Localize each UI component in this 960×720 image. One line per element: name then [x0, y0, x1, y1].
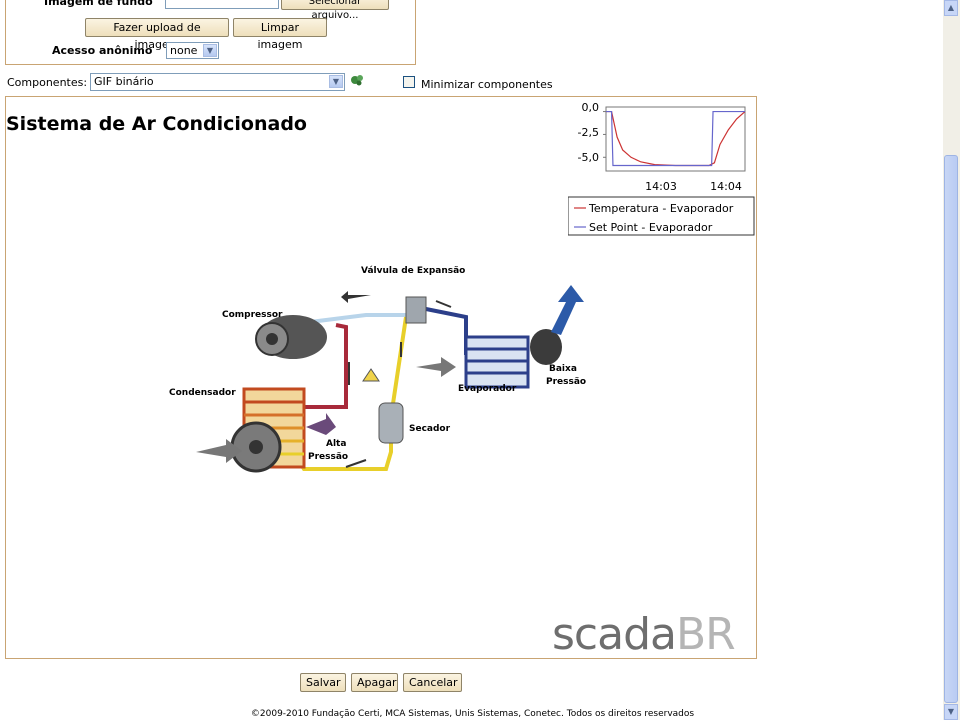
evaporator-inlet-pipe: [425, 307, 468, 355]
components-selected-value: GIF binário: [94, 75, 154, 88]
save-button[interactable]: Salvar: [300, 673, 346, 692]
anonymous-access-value: none: [170, 44, 198, 57]
view-title[interactable]: Sistema de Ar Condicionado: [6, 113, 307, 135]
anonymous-access-label: Acesso anônimo: [52, 44, 153, 57]
y-tick-label: -5,0: [578, 151, 599, 164]
chevron-down-icon: ▼: [329, 75, 343, 88]
background-image-label: Imagem de fundo: [44, 0, 153, 8]
page-scrollbar[interactable]: ▲ ▼: [943, 0, 960, 720]
upload-image-button[interactable]: Fazer upload de imagem: [85, 18, 229, 51]
y-tick-label: -2,5: [578, 126, 599, 139]
chart-plot: 0,0 -2,5 -5,0 14:03 14:04 Temperatura - …: [567, 101, 755, 236]
expansion-valve-unit: [405, 296, 427, 324]
plot-area: [605, 106, 746, 172]
label-compressor: Compressor: [222, 310, 283, 320]
logo-text-scada: scada: [552, 609, 677, 659]
components-select[interactable]: GIF binário ▼: [90, 73, 345, 91]
delete-button[interactable]: Apagar: [351, 673, 398, 692]
flow-arrow-icon: [345, 459, 367, 468]
logo-text-br: BR: [675, 609, 736, 659]
background-image-path-input[interactable]: [165, 0, 279, 9]
warning-icon: [362, 368, 380, 382]
x-tick-label: 14:04: [710, 180, 742, 193]
dryer-unit: [378, 402, 404, 444]
clear-image-button[interactable]: Limpar imagem: [233, 18, 327, 51]
legend-label-setpoint: Set Point - Evaporador: [589, 221, 713, 234]
scroll-up-icon[interactable]: ▲: [944, 0, 958, 16]
add-component-icon[interactable]: [349, 73, 365, 87]
minimize-components-label: Minimizar componentes: [421, 78, 553, 91]
x-tick-label: 14:03: [645, 180, 677, 193]
copyright-footer: ©2009-2010 Fundação Certi, MCA Sistemas,…: [250, 709, 695, 719]
label-evaporator: Evaporador: [458, 384, 517, 394]
airflow-arrow-high: [306, 413, 336, 435]
airflow-arrow-out: [551, 285, 584, 335]
minimize-components-checkbox[interactable]: [403, 76, 415, 88]
view-canvas[interactable]: Sistema de Ar Condicionado 0,0 -2,5 -5,0…: [5, 96, 757, 659]
evaporator-temperature-chart[interactable]: 0,0 -2,5 -5,0 14:03 14:04 Temperatura - …: [567, 99, 756, 237]
air-conditioning-diagram[interactable]: [166, 257, 606, 487]
anonymous-access-select[interactable]: none ▼: [166, 42, 219, 59]
scadabr-logo: scadaBR: [552, 609, 736, 659]
components-label: Componentes:: [7, 76, 88, 89]
label-low-pressure-2: Pressão: [546, 377, 587, 387]
chevron-down-icon: ▼: [203, 44, 217, 57]
flow-arrow-icon: [341, 291, 371, 303]
select-file-button[interactable]: Selecionar arquivo...: [281, 0, 389, 21]
compressor-unit: [255, 315, 327, 359]
y-tick-label: 0,0: [582, 101, 600, 114]
cancel-button[interactable]: Cancelar: [403, 673, 462, 692]
legend-label-temperature: Temperatura - Evaporador: [588, 202, 734, 215]
airflow-arrow-mid: [416, 357, 456, 377]
label-high-pressure-2: Pressão: [308, 452, 349, 462]
scroll-down-icon[interactable]: ▼: [944, 704, 958, 720]
scrollbar-thumb[interactable]: [944, 155, 958, 703]
label-high-pressure-1: Alta: [326, 439, 347, 449]
label-expansion-valve: Válvula de Expansão: [361, 266, 466, 276]
flow-arrow-icon: [435, 300, 452, 308]
label-dryer: Secador: [409, 424, 451, 434]
label-low-pressure-1: Baixa: [549, 364, 577, 374]
label-condenser: Condensador: [169, 388, 236, 398]
